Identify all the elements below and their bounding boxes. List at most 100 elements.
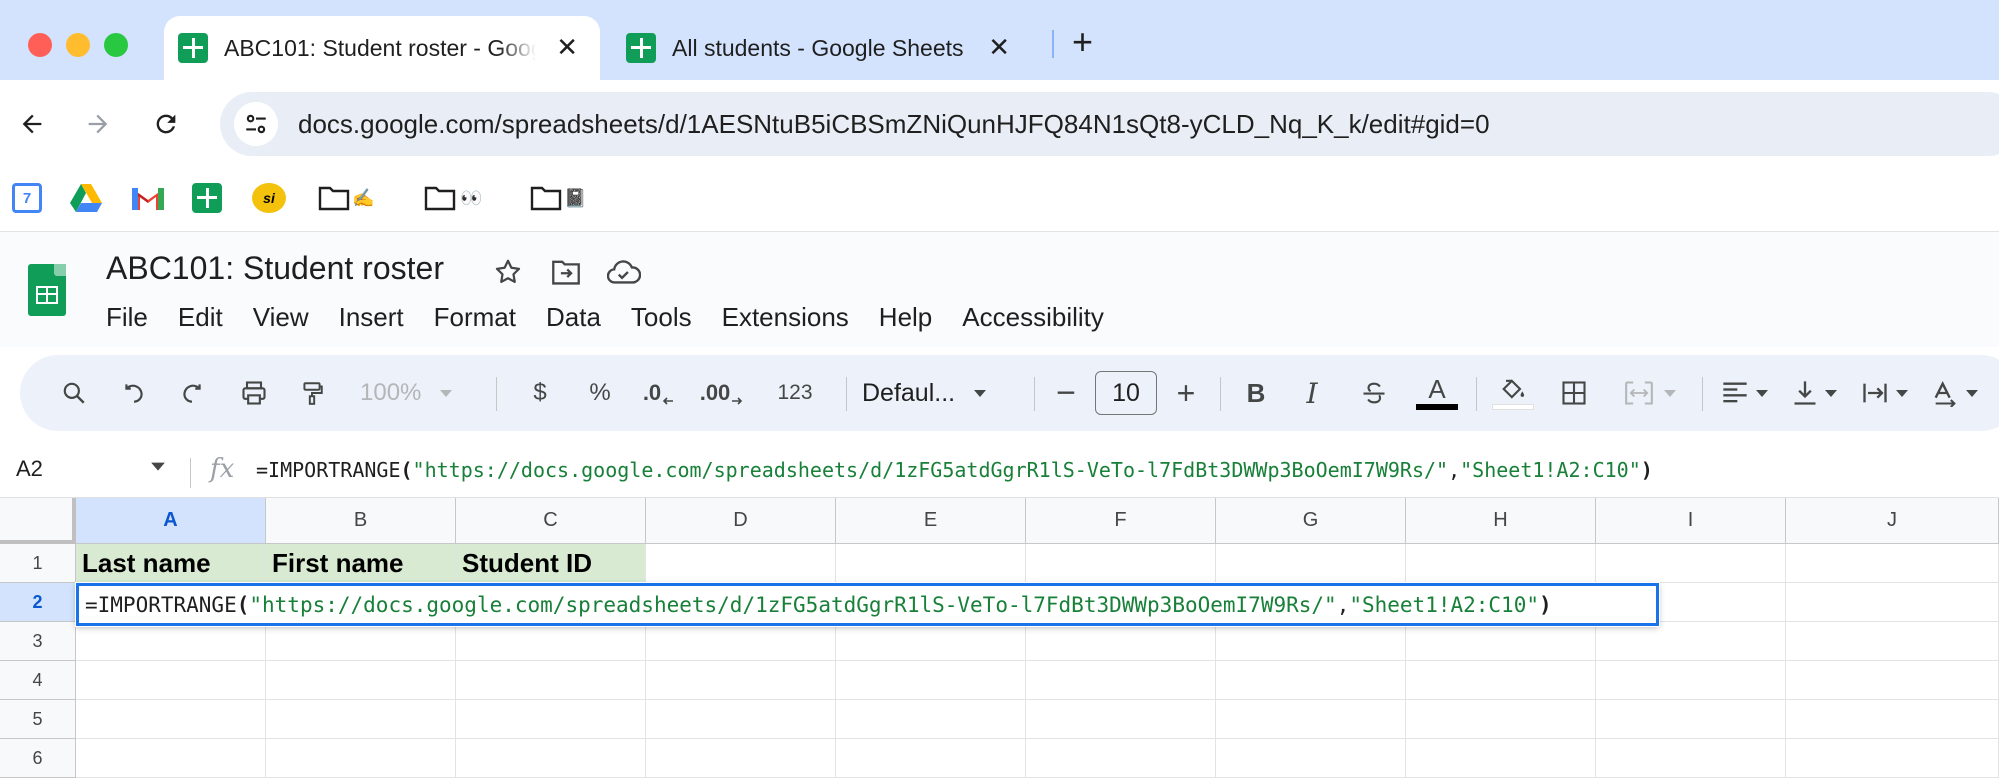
- formula-input[interactable]: =IMPORTRANGE("https://docs.google.com/sp…: [256, 458, 1653, 482]
- bookmark-gmail[interactable]: [132, 180, 164, 216]
- cell-j5[interactable]: [1786, 700, 1999, 739]
- cell-g5[interactable]: [1216, 700, 1406, 739]
- column-header-e[interactable]: E: [836, 498, 1026, 544]
- redo-button[interactable]: [170, 355, 214, 431]
- menu-insert[interactable]: Insert: [324, 302, 419, 333]
- menu-accessibility[interactable]: Accessibility: [947, 302, 1119, 333]
- increase-decimal-button[interactable]: .00: [692, 355, 752, 431]
- font-size-field[interactable]: 10: [1094, 355, 1158, 431]
- cell-h5[interactable]: [1406, 700, 1596, 739]
- cell-j4[interactable]: [1786, 661, 1999, 700]
- borders-button[interactable]: [1552, 355, 1596, 431]
- vertical-align-button[interactable]: [1784, 355, 1846, 431]
- bookmark-folder-writing[interactable]: ✍️: [318, 180, 374, 216]
- close-window-button[interactable]: [28, 33, 52, 57]
- cell-a6[interactable]: [76, 739, 266, 778]
- text-rotation-button[interactable]: [1924, 355, 1986, 431]
- column-header-j[interactable]: J: [1786, 498, 1999, 544]
- cell-b3[interactable]: [266, 622, 456, 661]
- cell-d1[interactable]: [646, 544, 836, 583]
- cell-b6[interactable]: [266, 739, 456, 778]
- document-title[interactable]: ABC101: Student roster: [106, 250, 444, 287]
- cell-i1[interactable]: [1596, 544, 1786, 583]
- site-info-icon[interactable]: [234, 102, 278, 146]
- decrease-decimal-button[interactable]: .0: [634, 355, 684, 431]
- bookmark-sheets[interactable]: [192, 180, 222, 216]
- column-header-h[interactable]: H: [1406, 498, 1596, 544]
- currency-format-button[interactable]: $: [520, 355, 560, 431]
- cell-a2-editor[interactable]: =IMPORTRANGE("https://docs.google.com/sp…: [76, 583, 1659, 626]
- merge-cells-button[interactable]: [1610, 355, 1690, 431]
- cell-h3[interactable]: [1406, 622, 1596, 661]
- bookmark-calendar[interactable]: 7: [12, 180, 42, 216]
- cell-a1[interactable]: Last name: [76, 544, 266, 583]
- column-header-a[interactable]: A: [76, 498, 266, 544]
- menu-file[interactable]: File: [106, 302, 163, 333]
- cell-f6[interactable]: [1026, 739, 1216, 778]
- caret-down-icon[interactable]: [150, 460, 166, 472]
- print-button[interactable]: [232, 355, 276, 431]
- cloud-saved-icon[interactable]: [606, 254, 642, 290]
- column-header-d[interactable]: D: [646, 498, 836, 544]
- cell-j2[interactable]: [1786, 583, 1999, 622]
- row-header-2[interactable]: 2: [0, 583, 76, 622]
- select-all-corner[interactable]: [0, 498, 76, 544]
- bookmark-folder-eyes[interactable]: 👀: [424, 180, 482, 216]
- decrease-font-size-button[interactable]: −: [1044, 355, 1088, 431]
- cell-d4[interactable]: [646, 661, 836, 700]
- name-box[interactable]: A2: [16, 456, 43, 482]
- cell-j6[interactable]: [1786, 739, 1999, 778]
- row-header-1[interactable]: 1: [0, 544, 76, 583]
- menu-format[interactable]: Format: [419, 302, 531, 333]
- column-header-i[interactable]: I: [1596, 498, 1786, 544]
- cell-h6[interactable]: [1406, 739, 1596, 778]
- bookmark-drive[interactable]: [70, 180, 102, 216]
- cell-i4[interactable]: [1596, 661, 1786, 700]
- forward-button[interactable]: [80, 106, 116, 142]
- cell-j3[interactable]: [1786, 622, 1999, 661]
- cell-e5[interactable]: [836, 700, 1026, 739]
- row-header-4[interactable]: 4: [0, 661, 76, 700]
- cell-a4[interactable]: [76, 661, 266, 700]
- menu-data[interactable]: Data: [531, 302, 616, 333]
- menu-tools[interactable]: Tools: [616, 302, 707, 333]
- cell-e3[interactable]: [836, 622, 1026, 661]
- strikethrough-button[interactable]: [1352, 355, 1396, 431]
- cell-d3[interactable]: [646, 622, 836, 661]
- italic-button[interactable]: I: [1290, 355, 1334, 431]
- cell-h4[interactable]: [1406, 661, 1596, 700]
- cell-g1[interactable]: [1216, 544, 1406, 583]
- address-bar[interactable]: docs.google.com/spreadsheets/d/1AESNtuB5…: [220, 92, 1999, 156]
- menu-edit[interactable]: Edit: [163, 302, 238, 333]
- new-tab-button[interactable]: +: [1072, 24, 1093, 60]
- column-header-b[interactable]: B: [266, 498, 456, 544]
- cell-c4[interactable]: [456, 661, 646, 700]
- column-header-c[interactable]: C: [456, 498, 646, 544]
- cell-h1[interactable]: [1406, 544, 1596, 583]
- zoom-select[interactable]: 100%: [360, 355, 470, 431]
- cell-i3[interactable]: [1596, 622, 1786, 661]
- percent-format-button[interactable]: %: [580, 355, 620, 431]
- cell-i5[interactable]: [1596, 700, 1786, 739]
- undo-button[interactable]: [112, 355, 156, 431]
- horizontal-align-button[interactable]: [1714, 355, 1776, 431]
- column-header-f[interactable]: F: [1026, 498, 1216, 544]
- row-header-6[interactable]: 6: [0, 739, 76, 778]
- bookmark-custom[interactable]: si: [252, 180, 286, 216]
- more-formats-button[interactable]: 123: [760, 355, 830, 431]
- reload-button[interactable]: [148, 106, 184, 142]
- font-family-select[interactable]: Defaul...: [862, 355, 1012, 431]
- cell-e6[interactable]: [836, 739, 1026, 778]
- back-button[interactable]: [14, 106, 50, 142]
- text-wrapping-button[interactable]: [1854, 355, 1916, 431]
- cell-e1[interactable]: [836, 544, 1026, 583]
- column-header-g[interactable]: G: [1216, 498, 1406, 544]
- cell-j1[interactable]: [1786, 544, 1999, 583]
- fill-color-button[interactable]: [1490, 355, 1536, 431]
- cell-g3[interactable]: [1216, 622, 1406, 661]
- bold-button[interactable]: B: [1234, 355, 1278, 431]
- cell-b1[interactable]: First name: [266, 544, 456, 583]
- row-header-3[interactable]: 3: [0, 622, 76, 661]
- paint-format-button[interactable]: [290, 355, 334, 431]
- move-folder-icon[interactable]: [548, 254, 584, 290]
